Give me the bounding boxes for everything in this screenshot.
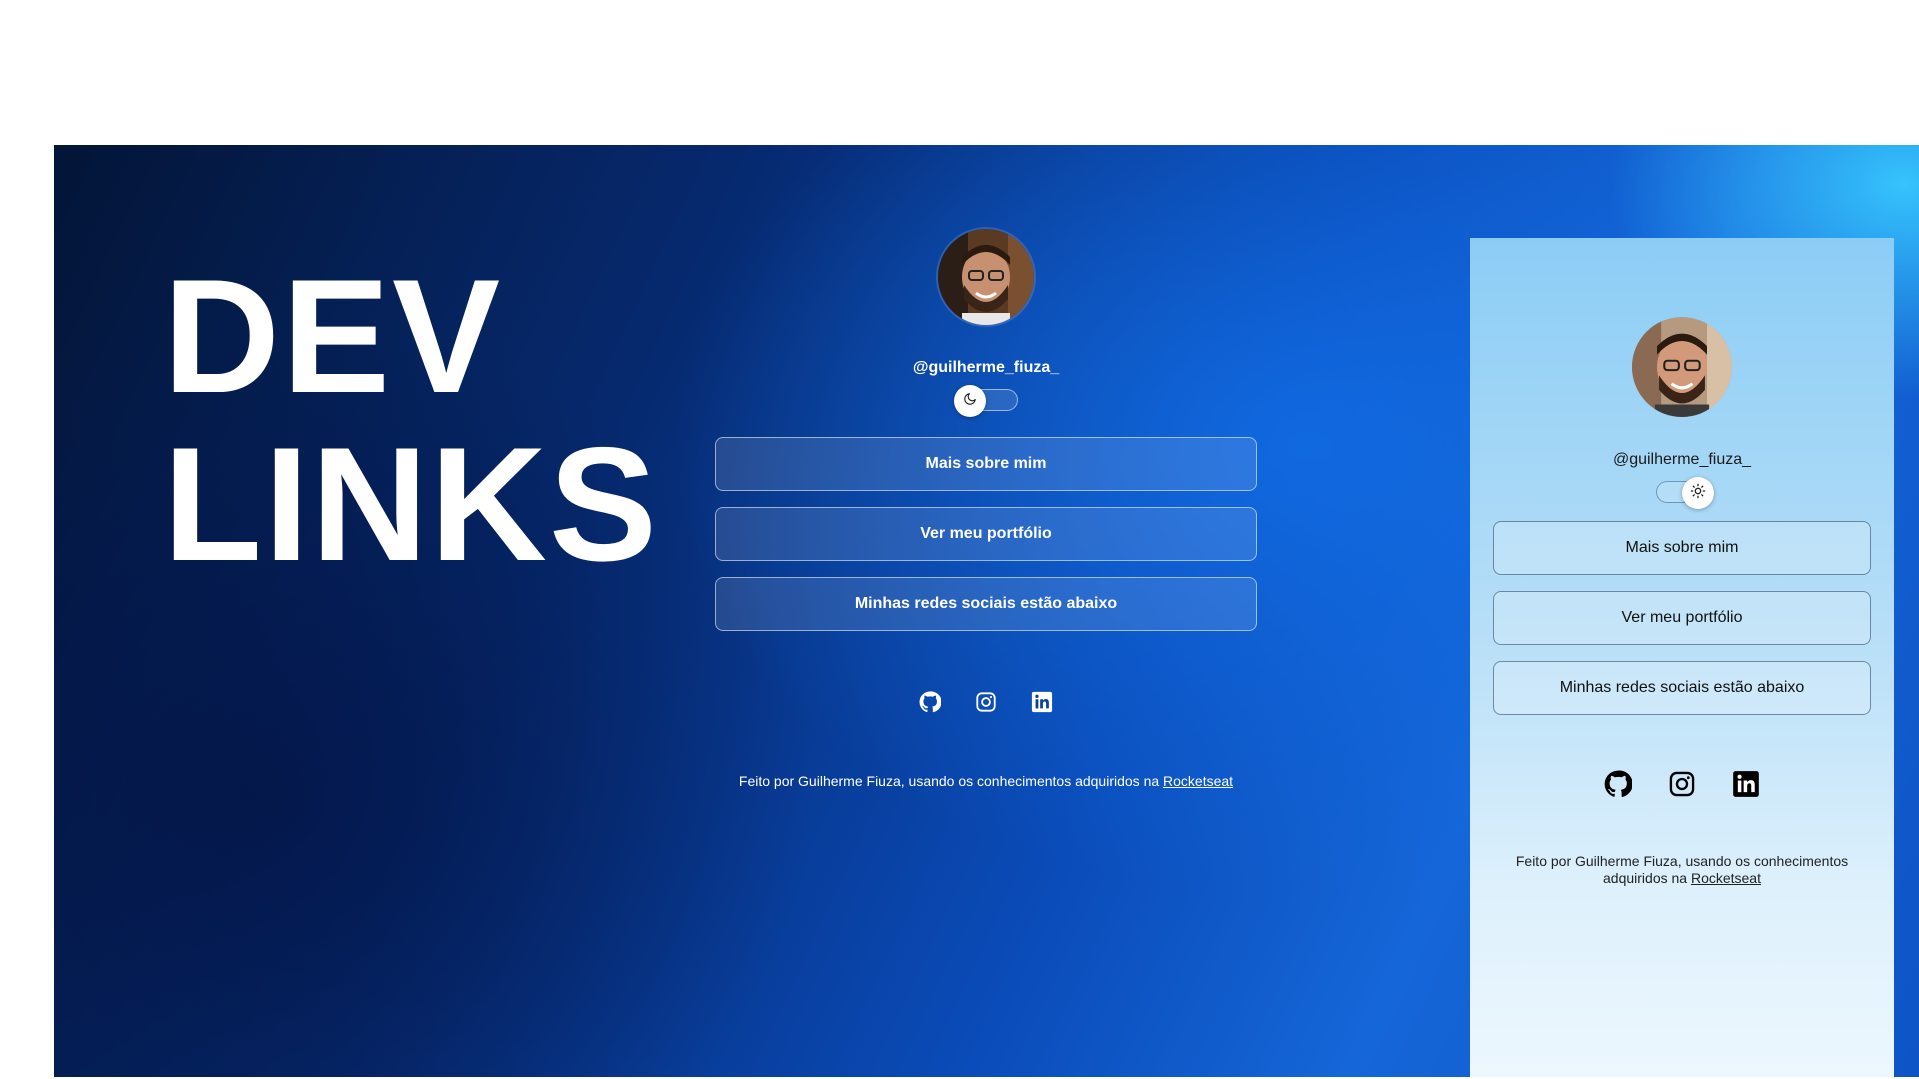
light-profile-panel: @guilherme_fiuza_ Mais sobre mim Ver meu… [1470,238,1894,1077]
about-me-button[interactable]: Mais sobre mim [715,437,1257,491]
github-icon[interactable] [917,689,943,715]
theme-toggle[interactable] [954,385,1018,417]
portfolio-button[interactable]: Ver meu portfólio [1493,591,1871,645]
instagram-icon[interactable] [1667,769,1697,799]
linkedin-icon[interactable] [1029,689,1055,715]
theme-toggle[interactable] [1650,477,1714,509]
profile-handle: @guilherme_fiuza_ [912,359,1060,376]
toggle-knob[interactable] [1682,477,1714,509]
avatar [938,229,1034,325]
sun-icon [1690,483,1706,504]
linkedin-icon[interactable] [1731,769,1761,799]
hero-line-dev: DEV [163,246,503,427]
social-networks-button[interactable]: Minhas redes sociais estão abaixo [715,577,1257,631]
showcase-canvas: DEV LINKS @guilherme_fiuza_ Mais sobre m… [54,145,1919,1077]
social-links [917,689,1055,715]
portfolio-button[interactable]: Ver meu portfólio [715,507,1257,561]
moon-icon [963,392,977,411]
rocketseat-link[interactable]: Rocketseat [1163,773,1233,789]
dark-profile: @guilherme_fiuza_ Mais sobre mim Ver meu… [715,229,1257,789]
instagram-icon[interactable] [973,689,999,715]
hero-title: DEV LINKS [163,253,659,589]
social-networks-button[interactable]: Minhas redes sociais estão abaixo [1493,661,1871,715]
footer-text: Feito por Guilherme Fiuza, usando os con… [1515,853,1849,886]
about-me-button[interactable]: Mais sobre mim [1493,521,1871,575]
github-icon[interactable] [1603,769,1633,799]
footer-credit: Feito por Guilherme Fiuza, usando os con… [1492,853,1872,887]
rocketseat-link[interactable]: Rocketseat [1691,870,1761,886]
profile-handle: @guilherme_fiuza_ [1612,451,1752,468]
footer-credit: Feito por Guilherme Fiuza, usando os con… [739,773,1233,789]
footer-text: Feito por Guilherme Fiuza, usando os con… [738,773,1164,789]
hero-line-links: LINKS [163,414,659,595]
avatar [1632,317,1732,417]
social-links [1603,769,1761,799]
toggle-knob[interactable] [954,385,986,417]
